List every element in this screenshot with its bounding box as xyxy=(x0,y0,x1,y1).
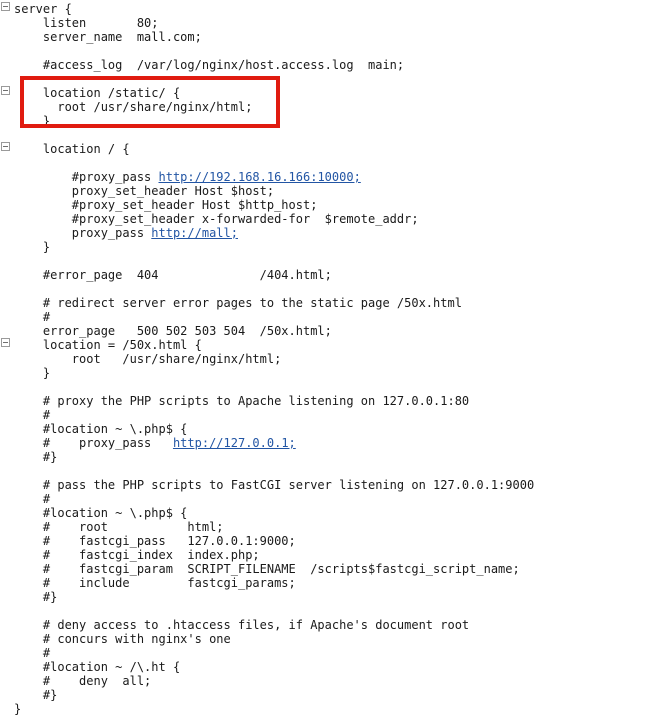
code-text: # proxy_pass xyxy=(14,436,173,450)
code-line: #location ~ /\.ht { xyxy=(14,660,181,674)
code-line: server_name mall.com; xyxy=(14,30,202,44)
code-line: # fastcgi_param SCRIPT_FILENAME /scripts… xyxy=(14,562,520,576)
code-line: # proxy_pass http://127.0.0.1; xyxy=(14,436,296,450)
code-line: #} xyxy=(14,450,58,464)
code-line: #error_page 404 /404.html; xyxy=(14,268,332,282)
code-line: #} xyxy=(14,590,58,604)
code-line: # xyxy=(14,310,51,324)
code-text: proxy_pass xyxy=(14,226,152,240)
code-line: # xyxy=(14,492,51,506)
code-line: location = /50x.html { xyxy=(14,338,202,352)
code-line: root /usr/share/nginx/html; xyxy=(14,100,253,114)
code-line: # deny all; xyxy=(14,674,152,688)
fold-toggle-icon[interactable] xyxy=(1,2,10,11)
code-line: server { xyxy=(14,2,72,16)
code-line: #} xyxy=(14,688,58,702)
code-line: # redirect server error pages to the sta… xyxy=(14,296,462,310)
code-line: # pass the PHP scripts to FastCGI server… xyxy=(14,478,535,492)
code-line: # xyxy=(14,408,51,422)
fold-toggle-icon[interactable] xyxy=(1,338,10,347)
code-editor[interactable]: server { listen 80; server_name mall.com… xyxy=(0,0,645,719)
code-line: #location ~ \.php$ { xyxy=(14,506,188,520)
url-link[interactable]: http://mall; xyxy=(151,226,238,240)
url-link[interactable]: http://192.168.16.166:10000; xyxy=(159,170,361,184)
code-line: # fastcgi_pass 127.0.0.1:9000; xyxy=(14,534,296,548)
url-link[interactable]: http://127.0.0.1; xyxy=(173,436,296,450)
code-line: # concurs with nginx's one xyxy=(14,632,231,646)
code-line: } xyxy=(14,240,51,254)
code-line: #proxy_pass http://192.168.16.166:10000; xyxy=(14,170,361,184)
code-line: #proxy_set_header Host $http_host; xyxy=(14,198,318,212)
code-line: root /usr/share/nginx/html; xyxy=(14,352,282,366)
fold-toggle-icon[interactable] xyxy=(1,86,10,95)
code-line: location /static/ { xyxy=(14,86,181,100)
code-line: #access_log /var/log/nginx/host.access.l… xyxy=(14,58,405,72)
code-line: #location ~ \.php$ { xyxy=(14,422,188,436)
code-line: } xyxy=(14,114,51,128)
code-line: # root html; xyxy=(14,520,224,534)
fold-gutter xyxy=(0,0,14,719)
code-line: #proxy_set_header x-forwarded-for $remot… xyxy=(14,212,419,226)
code-line: error_page 500 502 503 504 /50x.html; xyxy=(14,324,332,338)
code-line: } xyxy=(14,702,22,716)
fold-toggle-icon[interactable] xyxy=(1,142,10,151)
code-line: } xyxy=(14,366,51,380)
code-line: # fastcgi_index index.php; xyxy=(14,548,260,562)
code-line: # deny access to .htaccess files, if Apa… xyxy=(14,618,470,632)
code-line: # proxy the PHP scripts to Apache listen… xyxy=(14,394,470,408)
code-text-area[interactable]: server { listen 80; server_name mall.com… xyxy=(14,0,645,719)
code-line: proxy_set_header Host $host; xyxy=(14,184,275,198)
code-line: proxy_pass http://mall; xyxy=(14,226,238,240)
code-text: #proxy_pass xyxy=(14,170,159,184)
code-line: # include fastcgi_params; xyxy=(14,576,296,590)
code-line: listen 80; xyxy=(14,16,159,30)
code-line: # xyxy=(14,646,51,660)
code-line: location / { xyxy=(14,142,130,156)
